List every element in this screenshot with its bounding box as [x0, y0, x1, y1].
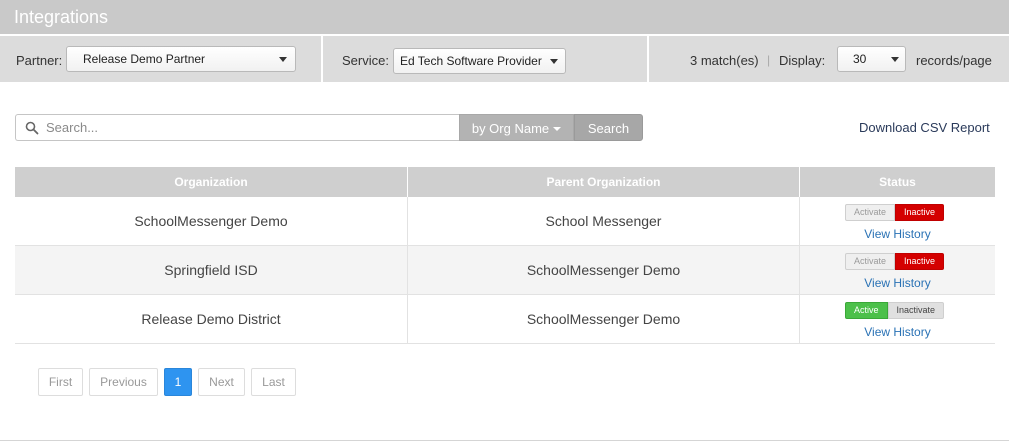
divider — [407, 167, 408, 197]
pagination-first[interactable]: First — [38, 368, 83, 396]
table-row: SchoolMessenger Demo School Messenger Ac… — [15, 197, 995, 246]
title-bar: Integrations — [0, 0, 1009, 34]
partner-select[interactable]: Release Demo Partner — [66, 46, 296, 72]
service-select[interactable]: Ed Tech Software Provider — [393, 48, 566, 74]
status-cell: Activate Inactive View History — [800, 197, 995, 246]
records-per-page-value: 30 — [853, 52, 867, 66]
partner-select-value: Release Demo Partner — [83, 52, 206, 66]
partner-label: Partner: — [16, 53, 63, 68]
status-toggle: Active Inactivate — [845, 302, 945, 319]
download-csv-link[interactable]: Download CSV Report — [859, 120, 990, 135]
inactive-status[interactable]: Inactive — [895, 204, 945, 221]
search-field-dropdown[interactable]: by Org Name — [459, 114, 574, 141]
status-toggle: Activate Inactive — [845, 253, 945, 270]
chevron-down-icon — [550, 59, 558, 64]
separator: | — [767, 53, 771, 67]
status-toggle: Activate Inactive — [845, 204, 945, 221]
status-cell: Active Inactivate View History — [800, 295, 995, 344]
view-history-link[interactable]: View History — [800, 227, 995, 241]
pagination-last[interactable]: Last — [251, 368, 296, 396]
caret-down-icon — [553, 127, 562, 131]
records-label: records/page — [916, 53, 992, 68]
chevron-down-icon — [279, 57, 287, 62]
results-info: 3 match(es) | Display: 30 records/page — [649, 36, 1009, 82]
column-header-status[interactable]: Status — [800, 167, 995, 197]
activate-button[interactable]: Activate — [845, 253, 896, 270]
inactivate-button[interactable]: Inactivate — [887, 302, 945, 319]
filter-bar: Partner: Release Demo Partner Service: E… — [0, 36, 1009, 82]
view-history-link[interactable]: View History — [800, 325, 995, 339]
column-header-parent-organization[interactable]: Parent Organization — [408, 167, 799, 197]
status-cell: Activate Inactive View History — [800, 246, 995, 295]
column-header-organization[interactable]: Organization — [15, 167, 407, 197]
search-icon — [25, 121, 39, 135]
service-label: Service: — [342, 53, 389, 68]
active-status[interactable]: Active — [845, 302, 888, 319]
page-title: Integrations — [14, 7, 109, 27]
view-history-link[interactable]: View History — [800, 276, 995, 290]
search-field-label: by Org Name — [471, 121, 550, 136]
chevron-down-icon — [891, 57, 899, 62]
table-header: Organization Parent Organization Status — [15, 167, 995, 197]
match-count: 3 match(es) — [690, 53, 759, 68]
partner-filter: Partner: Release Demo Partner — [0, 36, 321, 82]
display-label: Display: — [779, 53, 826, 68]
search-box — [15, 114, 459, 141]
table-row: Springfield ISD SchoolMessenger Demo Act… — [15, 246, 995, 295]
pagination-previous[interactable]: Previous — [89, 368, 158, 396]
search-input[interactable] — [46, 118, 446, 137]
table-row: Release Demo District SchoolMessenger De… — [15, 295, 995, 344]
search-button[interactable]: Search — [574, 114, 643, 141]
organization-cell: Release Demo District — [141, 311, 281, 327]
divider — [799, 167, 800, 197]
integrations-table: Organization Parent Organization Status … — [15, 167, 995, 344]
pagination-page-current[interactable]: 1 — [164, 368, 192, 396]
service-select-value: Ed Tech Software Provider — [400, 54, 542, 68]
parent-organization-cell: School Messenger — [545, 213, 662, 229]
organization-cell: Springfield ISD — [164, 262, 258, 278]
records-per-page-select[interactable]: 30 — [837, 46, 906, 72]
parent-organization-cell: SchoolMessenger Demo — [526, 311, 681, 327]
inactive-status[interactable]: Inactive — [895, 253, 945, 270]
activate-button[interactable]: Activate — [845, 204, 896, 221]
organization-cell: SchoolMessenger Demo — [134, 213, 288, 229]
service-filter: Service: Ed Tech Software Provider — [323, 36, 647, 82]
divider — [0, 440, 1009, 441]
pagination-next[interactable]: Next — [198, 368, 245, 396]
parent-organization-cell: SchoolMessenger Demo — [526, 262, 681, 278]
